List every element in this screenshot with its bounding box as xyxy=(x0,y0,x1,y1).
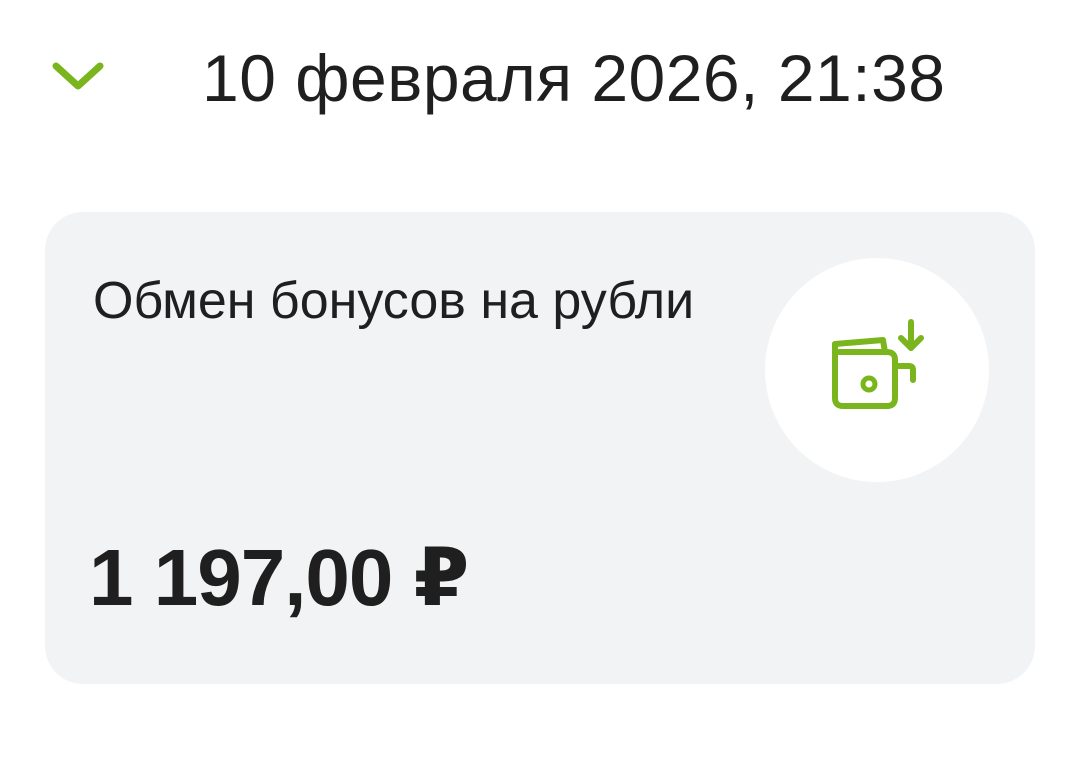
chevron-down-icon[interactable] xyxy=(50,56,106,96)
operation-amount: 1 197,00 ₽ xyxy=(89,533,469,622)
operation-icon-badge xyxy=(765,258,989,482)
transaction-header: 10 февраля 2026, 21:38 xyxy=(0,0,1080,150)
wallet-download-icon xyxy=(832,319,924,409)
operation-title: Обмен бонусов на рубли xyxy=(93,272,695,330)
operation-card[interactable]: Обмен бонусов на рубли 1 197,00 ₽ xyxy=(45,212,1035,684)
transaction-datetime: 10 февраля 2026, 21:38 xyxy=(202,41,946,115)
